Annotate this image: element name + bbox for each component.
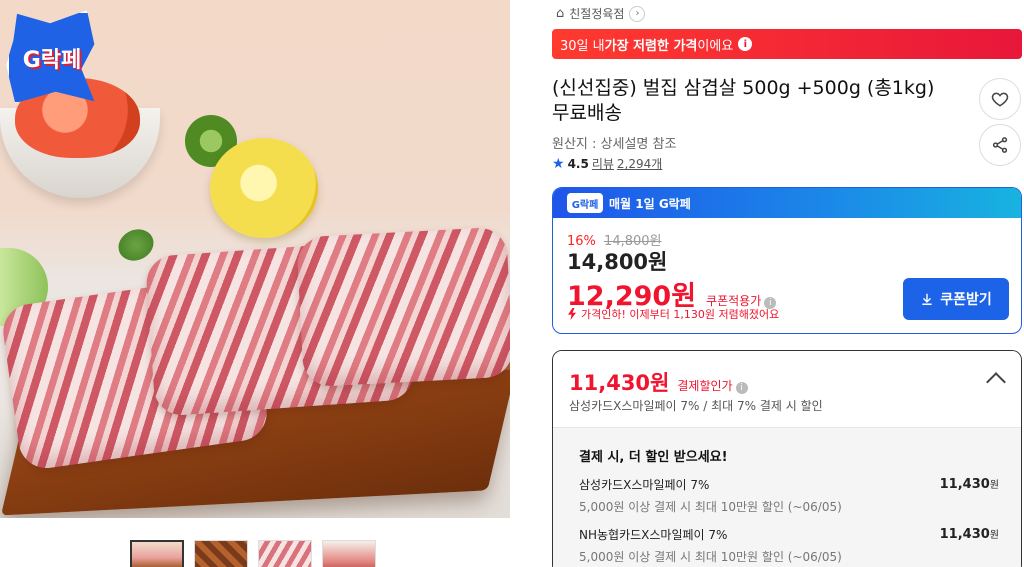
chevron-right-icon: › [629, 5, 646, 22]
g-festival-mini-badge: G락페 [567, 193, 603, 213]
wishlist-button[interactable] [979, 78, 1021, 120]
price-card-header-text: 매월 1일 G락페 [609, 196, 691, 211]
download-icon [922, 293, 932, 305]
chevron-up-icon[interactable] [986, 372, 1006, 392]
herb-graphic [113, 223, 159, 267]
payment-card-name: NH농협카드X스마일페이 7% [579, 528, 728, 542]
product-info-panel: ⌂ 친절정육점 › 30일 내 가장 저렴한 가격 이에요 i (신선집중) 벌… [552, 0, 1024, 567]
price-card-header: G락페 매월 1일 G락페 [553, 188, 1021, 218]
lightning-icon [568, 308, 576, 320]
payment-discount-card: 11,430원 결제할인가 i 삼성카드X스마일페이 7% / 최대 7% 결제 … [552, 350, 1022, 567]
banner-prefix: 30일 내 [560, 38, 605, 54]
payment-option: 삼성카드X스마일페이 7% 5,000원 이상 결제 시 최대 10만원 할인 … [579, 476, 999, 515]
product-title: (신선집중) 벌집 삼겹살 500g +500g (총1kg) 무료배송 [552, 77, 935, 124]
thumbnail-4[interactable] [322, 540, 376, 567]
sale-price: 14,800원 [567, 250, 668, 274]
get-coupon-button[interactable]: 쿠폰받기 [903, 278, 1009, 320]
payment-discount-header[interactable]: 11,430원 결제할인가 i 삼성카드X스마일페이 7% / 최대 7% 결제 … [553, 351, 1021, 427]
store-name: 친절정육점 [569, 7, 625, 21]
product-main-image[interactable]: G락페 [0, 0, 510, 518]
heart-icon [991, 92, 1009, 107]
pork-belly-graphic [296, 226, 510, 388]
get-coupon-label: 쿠폰받기 [940, 292, 992, 308]
payment-condition: 5,000원 이상 결제 시 최대 10만원 할인 (~06/05) [579, 500, 842, 514]
banner-highlight: 가장 저렴한 가격 [604, 38, 698, 54]
lowest-price-banner: 30일 내 가장 저렴한 가격 이에요 i [552, 29, 1022, 59]
payment-option: NH농협카드X스마일페이 7% 5,000원 이상 결제 시 최대 10만원 할… [579, 526, 999, 565]
store-link[interactable]: ⌂ 친절정육점 › [556, 5, 646, 22]
payment-price-row: 11,430원 결제할인가 i [569, 367, 748, 397]
share-button[interactable] [979, 124, 1021, 166]
star-icon: ★ [552, 155, 565, 172]
info-icon[interactable]: i [735, 382, 748, 394]
payment-amount: 11,430원 [939, 477, 999, 492]
payment-condition: 5,000원 이상 결제 시 최대 10만원 할인 (~06/05) [579, 550, 842, 564]
payment-sub: 삼성카드X스마일페이 7% / 최대 7% 결제 시 할인 [569, 399, 823, 413]
home-icon: ⌂ [556, 6, 565, 21]
rating-row[interactable]: ★ 4.5 리뷰 2,294개 [552, 155, 662, 172]
origin-info: 원산지 : 상세설명 참조 [552, 137, 677, 152]
review-count[interactable]: 2,294개 [617, 155, 662, 172]
thumbnail-3[interactable] [258, 540, 312, 567]
banner-suffix: 이에요 [697, 38, 734, 54]
price-card: G락페 매월 1일 G락페 16% 14,800원 14,800원 12,290… [552, 187, 1022, 334]
payment-amount: 11,430원 [939, 527, 999, 542]
thumbnail-strip [130, 540, 376, 567]
review-label[interactable]: 리뷰 [592, 155, 614, 172]
payment-price: 11,430원 [569, 371, 670, 395]
payment-card-name: 삼성카드X스마일페이 7% [579, 478, 710, 492]
price-drop-text: 가격인하! 이제부터 1,130원 저렴해졌어요 [581, 308, 780, 321]
lemon-graphic [210, 138, 318, 238]
payment-discount-list: 결제 시, 더 할인 받으세요! 삼성카드X스마일페이 7% 5,000원 이상… [553, 427, 1021, 567]
badge-text: G락페 [22, 47, 82, 73]
payment-heading: 결제 시, 더 할인 받으세요! [579, 450, 728, 465]
payment-price-label: 결제할인가 i [677, 377, 748, 394]
rating-score: 4.5 [567, 156, 589, 171]
price-drop-note: 가격인하! 이제부터 1,130원 저렴해졌어요 [567, 306, 779, 322]
thumbnail-1[interactable] [130, 540, 184, 567]
share-icon [992, 137, 1008, 153]
thumbnail-2[interactable] [194, 540, 248, 567]
info-icon[interactable]: i [738, 37, 753, 51]
g-festival-badge: G락페 [6, 10, 98, 105]
